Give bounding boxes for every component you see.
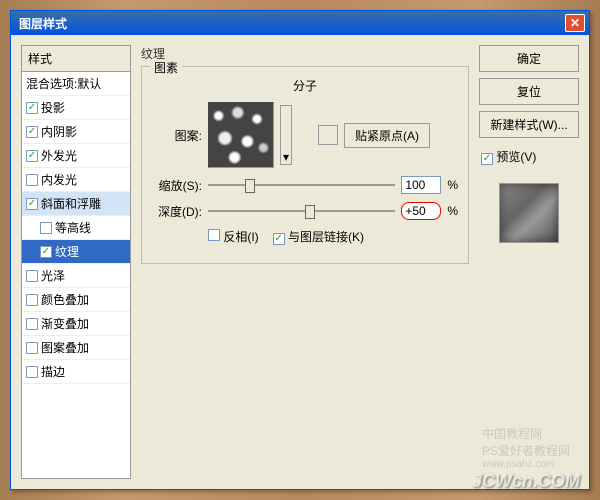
checkbox-icon[interactable] bbox=[26, 318, 38, 330]
titlebar: 图层样式 ✕ bbox=[11, 11, 589, 35]
style-item-gradient-overlay[interactable]: 渐变叠加 bbox=[22, 312, 130, 336]
texture-group: 图素 分子 图案: ▾ 贴紧原点(A) 缩放(S): bbox=[141, 66, 469, 264]
pattern-preview[interactable] bbox=[208, 102, 274, 168]
close-button[interactable]: ✕ bbox=[565, 14, 585, 32]
checkbox-icon[interactable] bbox=[26, 174, 38, 186]
slider-thumb[interactable] bbox=[245, 179, 255, 193]
depth-slider[interactable] bbox=[208, 202, 395, 220]
pattern-row: 图案: ▾ 贴紧原点(A) bbox=[152, 102, 458, 168]
watermark-main: JCWcn.COM bbox=[472, 471, 580, 492]
slider-track bbox=[208, 210, 395, 212]
chevron-down-icon: ▾ bbox=[283, 150, 289, 164]
style-item-inner-glow[interactable]: 内发光 bbox=[22, 168, 130, 192]
dialog-body: 样式 混合选项:默认 ✓投影 ✓内阴影 ✓外发光 内发光 ✓斜面和浮雕 等高线 … bbox=[11, 35, 589, 489]
center-panel: 纹理 图素 分子 图案: ▾ 贴紧原点(A) 缩放(S): bbox=[141, 45, 469, 479]
checkbox-icon[interactable]: ✓ bbox=[26, 102, 38, 114]
checkbox-icon[interactable] bbox=[26, 342, 38, 354]
style-item-contour[interactable]: 等高线 bbox=[22, 216, 130, 240]
checkbox-icon[interactable]: ✓ bbox=[26, 198, 38, 210]
scale-slider[interactable] bbox=[208, 176, 395, 194]
percent-label: % bbox=[447, 178, 458, 192]
preview-swatch bbox=[499, 183, 559, 243]
dialog-title: 图层样式 bbox=[15, 15, 565, 32]
checkbox-icon[interactable]: ✓ bbox=[26, 126, 38, 138]
scale-row: 缩放(S): % bbox=[152, 176, 458, 194]
right-panel: 确定 复位 新建样式(W)... ✓ 预览(V) bbox=[479, 45, 579, 479]
checkbox-icon[interactable] bbox=[40, 222, 52, 234]
watermark-cn: 中国教程网 PS爱好者教程网 www.psahz.com bbox=[482, 425, 570, 470]
slider-track bbox=[208, 184, 395, 186]
checkbox-icon: ✓ bbox=[273, 233, 285, 245]
invert-check[interactable]: 反相(I) bbox=[208, 228, 259, 245]
slider-thumb[interactable] bbox=[305, 205, 315, 219]
group-label: 图素 bbox=[150, 59, 182, 76]
checkbox-icon[interactable] bbox=[26, 270, 38, 282]
checkbox-icon: ✓ bbox=[481, 153, 493, 165]
style-item-stroke[interactable]: 描边 bbox=[22, 360, 130, 384]
depth-row: 深度(D): % bbox=[152, 202, 458, 220]
style-item-bevel-emboss[interactable]: ✓斜面和浮雕 bbox=[22, 192, 130, 216]
checkbox-icon[interactable] bbox=[26, 366, 38, 378]
styles-panel: 样式 混合选项:默认 ✓投影 ✓内阴影 ✓外发光 内发光 ✓斜面和浮雕 等高线 … bbox=[21, 45, 131, 479]
ok-button[interactable]: 确定 bbox=[479, 45, 579, 72]
style-item-satin[interactable]: 光泽 bbox=[22, 264, 130, 288]
style-item-inner-shadow[interactable]: ✓内阴影 bbox=[22, 120, 130, 144]
scale-input[interactable] bbox=[401, 176, 441, 194]
checkbox-icon[interactable]: ✓ bbox=[26, 150, 38, 162]
snap-origin-button[interactable]: 贴紧原点(A) bbox=[344, 123, 430, 148]
style-item-pattern-overlay[interactable]: 图案叠加 bbox=[22, 336, 130, 360]
close-icon: ✕ bbox=[570, 16, 580, 30]
checkbox-icon bbox=[208, 229, 220, 241]
cancel-button[interactable]: 复位 bbox=[479, 78, 579, 105]
checks-row: 反相(I) ✓ 与图层链接(K) bbox=[152, 228, 458, 245]
style-item-outer-glow[interactable]: ✓外发光 bbox=[22, 144, 130, 168]
link-check[interactable]: ✓ 与图层链接(K) bbox=[273, 228, 364, 245]
blend-options-item[interactable]: 混合选项:默认 bbox=[22, 72, 130, 96]
layer-style-dialog: 图层样式 ✕ 样式 混合选项:默认 ✓投影 ✓内阴影 ✓外发光 内发光 ✓斜面和… bbox=[10, 10, 590, 490]
percent-label: % bbox=[447, 204, 458, 218]
pattern-label: 图案: bbox=[152, 127, 202, 144]
section-title: 纹理 bbox=[141, 45, 469, 62]
depth-label: 深度(D): bbox=[152, 203, 202, 220]
style-list: 混合选项:默认 ✓投影 ✓内阴影 ✓外发光 内发光 ✓斜面和浮雕 等高线 ✓纹理… bbox=[22, 72, 130, 384]
new-pattern-button[interactable] bbox=[318, 125, 338, 145]
style-item-drop-shadow[interactable]: ✓投影 bbox=[22, 96, 130, 120]
pattern-dropdown[interactable]: ▾ bbox=[280, 105, 292, 165]
new-style-button[interactable]: 新建样式(W)... bbox=[479, 111, 579, 138]
scale-label: 缩放(S): bbox=[152, 177, 202, 194]
depth-input[interactable] bbox=[401, 202, 441, 220]
checkbox-icon[interactable] bbox=[26, 294, 38, 306]
molecule-label: 分子 bbox=[152, 77, 458, 94]
styles-header: 样式 bbox=[22, 46, 130, 72]
preview-check[interactable]: ✓ 预览(V) bbox=[479, 144, 579, 169]
style-item-texture[interactable]: ✓纹理 bbox=[22, 240, 130, 264]
style-item-color-overlay[interactable]: 颜色叠加 bbox=[22, 288, 130, 312]
checkbox-icon[interactable]: ✓ bbox=[40, 246, 52, 258]
